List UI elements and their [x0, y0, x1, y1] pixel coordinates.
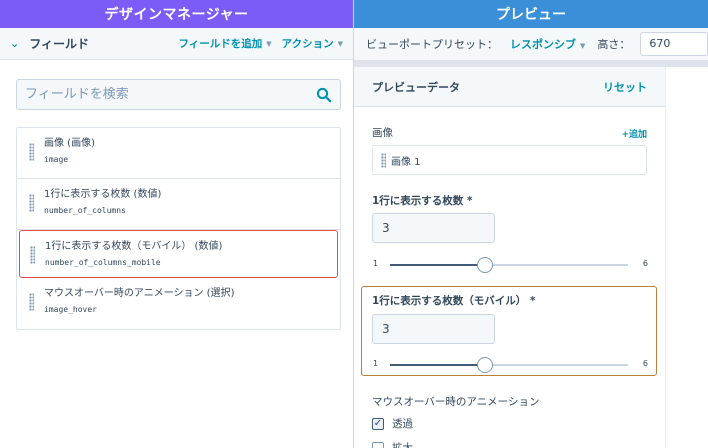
- preview-data-title: プレビューデータ: [372, 80, 460, 94]
- field-search-input[interactable]: [25, 87, 316, 102]
- search-icon[interactable]: [316, 87, 332, 103]
- viewport-preset-dropdown[interactable]: レスポンシブ ▼: [510, 36, 585, 52]
- image-item[interactable]: 画像 1: [372, 145, 647, 175]
- field-item-image-hover[interactable]: マウスオーバー時のアニメーション (選択) image_hover: [17, 278, 340, 329]
- field-name: image_hover: [44, 305, 97, 314]
- slider-fill: [390, 264, 486, 266]
- height-label: 高さ：: [597, 38, 631, 51]
- preview-data-header: プレビューデータ リセット: [354, 67, 665, 107]
- height-input[interactable]: 670: [640, 32, 708, 56]
- columns-mobile-number-input[interactable]: 3: [372, 314, 495, 344]
- slider-thumb[interactable]: [477, 357, 494, 373]
- hover-option-zoom[interactable]: 拡大: [372, 440, 413, 448]
- columns-label: 1行に表示する枚数 *: [372, 195, 473, 207]
- field-name: number_of_columns: [44, 206, 126, 215]
- field-item-number-of-columns[interactable]: 1行に表示する枚数 (数値) number_of_columns: [17, 179, 340, 230]
- slider-track[interactable]: [390, 357, 628, 373]
- actions-label: アクション: [281, 38, 334, 50]
- design-manager-pane: デザインマネージャー ⌄ フィールド フィールドを追加 ▼ アクション ▼ フィ…: [0, 0, 353, 448]
- slider-max-label: 6: [642, 359, 648, 368]
- preview-header: プレビュー: [354, 0, 708, 28]
- caret-down-icon: ▼: [580, 42, 586, 50]
- checkbox[interactable]: [372, 441, 384, 448]
- hover-animation-label: マウスオーバー時のアニメーション: [372, 396, 540, 408]
- slider-thumb[interactable]: [477, 257, 494, 273]
- field-label: 画像 (画像): [44, 138, 95, 149]
- design-manager-header: デザインマネージャー: [0, 0, 353, 28]
- hover-option-fade[interactable]: ✓ 透過: [372, 416, 413, 431]
- fields-title: フィールド: [29, 37, 89, 51]
- add-image-button[interactable]: +追加: [621, 127, 647, 140]
- columns-mobile-label: 1行に表示する枚数（モバイル） *: [372, 295, 536, 307]
- caret-down-icon: ▼: [266, 39, 272, 48]
- preview-data-panel: プレビューデータ リセット 画像 +追加 画像 1 1行に表示する枚数 * 3 …: [354, 67, 666, 448]
- slider-track[interactable]: [390, 257, 628, 273]
- drag-handle-icon[interactable]: [30, 246, 35, 264]
- field-list: 画像 (画像) image 1行に表示する枚数 (数値) number_of_c…: [16, 127, 341, 330]
- field-item-image[interactable]: 画像 (画像) image: [17, 128, 340, 179]
- chevron-down-icon[interactable]: ⌄: [10, 37, 19, 50]
- viewport-preset-value: レスポンシブ: [510, 38, 576, 51]
- field-item-number-of-columns-mobile[interactable]: 1行に表示する枚数（モバイル） (数値) number_of_columns_m…: [19, 230, 338, 278]
- option-label: 透過: [392, 418, 413, 430]
- drag-handle-icon[interactable]: [29, 194, 34, 212]
- fields-panel: 画像 (画像) image 1行に表示する枚数 (数値) number_of_c…: [0, 60, 353, 448]
- preview-title: プレビュー: [496, 7, 566, 23]
- field-label: 1行に表示する枚数（モバイル） (数値): [45, 241, 223, 252]
- field-search: [16, 79, 341, 110]
- option-label: 拡大: [392, 442, 413, 448]
- reset-button[interactable]: リセット: [603, 79, 647, 95]
- columns-number-input[interactable]: 3: [372, 213, 495, 243]
- slider-fill: [390, 364, 486, 366]
- drag-handle-icon[interactable]: [381, 153, 386, 168]
- checkmark-icon[interactable]: ✓: [372, 417, 384, 430]
- design-manager-title: デザインマネージャー: [104, 7, 249, 23]
- columns-mobile-slider[interactable]: 1 6: [372, 357, 648, 373]
- slider-min-label: 1: [373, 259, 379, 268]
- preview-pane: プレビュー ビューポートプリセット： レスポンシブ ▼ 高さ： 670 プレビュー…: [354, 0, 708, 448]
- columns-slider[interactable]: 1 6: [372, 257, 648, 273]
- slider-min-label: 1: [373, 359, 379, 368]
- image-item-label: 画像 1: [391, 156, 421, 168]
- actions-dropdown[interactable]: アクション ▼: [282, 36, 343, 51]
- viewport-toolbar: ビューポートプリセット： レスポンシブ ▼ 高さ： 670: [354, 28, 708, 61]
- field-label: マウスオーバー時のアニメーション (選択): [44, 288, 235, 299]
- viewport-preset-label: ビューポートプリセット：: [366, 38, 498, 51]
- image-section-label: 画像: [372, 127, 393, 139]
- slider-max-label: 6: [642, 259, 648, 268]
- drag-handle-icon[interactable]: [29, 143, 34, 161]
- caret-down-icon: ▼: [337, 39, 343, 48]
- add-field-label: フィールドを追加: [178, 38, 263, 50]
- field-label: 1行に表示する枚数 (数値): [44, 189, 162, 200]
- drag-handle-icon[interactable]: [29, 293, 34, 311]
- field-name: number_of_columns_mobile: [45, 258, 161, 267]
- fields-toolbar: ⌄ フィールド フィールドを追加 ▼ アクション ▼: [0, 28, 353, 60]
- field-name: image: [44, 155, 69, 164]
- add-field-dropdown[interactable]: フィールドを追加 ▼: [178, 36, 271, 51]
